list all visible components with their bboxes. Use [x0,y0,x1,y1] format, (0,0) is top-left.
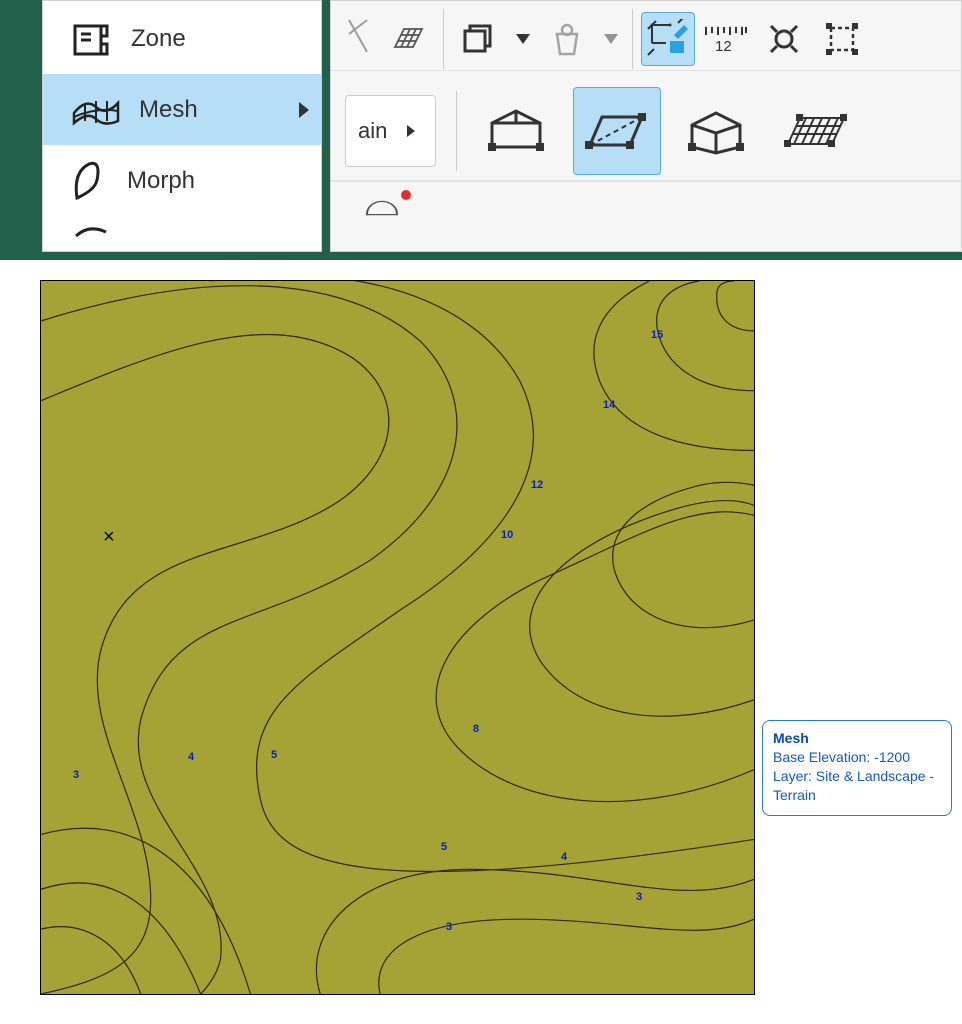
cursor-marker: × [103,526,115,549]
layers-button[interactable] [452,12,506,66]
origin-button[interactable] [757,12,811,66]
separator [456,91,457,171]
ribbon-bottom [331,181,961,231]
ribbon-row-1: 12 [331,1,961,71]
contour-label: 3 [446,921,452,933]
contour-label: 15 [651,329,663,341]
dropdown-caret-icon[interactable] [516,34,530,44]
snap-button[interactable] [641,12,695,66]
info-tooltip: Mesh Base Elevation: -1200 Layer: Site &… [762,720,952,816]
toolbox-panel: Zone Mesh Morph [42,0,322,252]
terrain-chip[interactable]: ain [345,95,436,167]
contour-label: 4 [188,751,194,763]
tooltip-title: Mesh [773,729,941,748]
toolbar-strip: 12 ain [330,0,962,252]
contour-label: 4 [561,851,567,863]
mesh-icon [71,93,121,127]
top-region: Zone Mesh Morph [0,0,962,260]
separator [632,9,633,69]
contour-label: 5 [441,841,447,853]
ruler-button[interactable]: 12 [699,12,753,66]
contour-label: 3 [636,891,642,903]
contour-label: 10 [501,529,513,541]
zone-icon [71,20,113,58]
contour-label: 12 [531,479,543,491]
separator [443,9,444,69]
tool-mesh[interactable]: Mesh [43,74,321,145]
tool-zone-label: Zone [131,25,186,53]
grid-tool-button[interactable] [381,12,435,66]
terrain-chip-label: ain [358,118,387,144]
contour-lines [41,281,754,994]
dropdown-caret-icon[interactable] [604,34,618,44]
contour-label: 3 [73,769,79,781]
geometry-mode-4[interactable] [773,87,861,175]
tool-partial[interactable] [43,216,321,246]
weight-button[interactable] [540,12,594,66]
svg-text:12: 12 [715,38,732,55]
geometry-mode-2[interactable] [573,87,661,175]
tool-zone[interactable]: Zone [43,3,321,74]
ribbon-row-2: ain [331,71,961,181]
contour-label: 8 [473,723,479,735]
geometry-mode-1[interactable] [473,87,561,175]
terrain-canvas[interactable]: × 15 14 12 10 8 5 4 3 3 5 4 3 [40,280,755,995]
contour-label: 14 [603,399,615,411]
partial-icon [71,222,111,240]
clip-cut-icon [345,16,371,61]
contour-label: 5 [271,749,277,761]
geometry-mode-3[interactable] [673,87,761,175]
canvas-area: × 15 14 12 10 8 5 4 3 3 5 4 3 Mesh Base … [0,260,962,995]
tool-morph[interactable]: Morph [43,145,321,216]
morph-icon [71,160,109,202]
tooltip-line: Layer: Site & Landscape - Terrain [773,767,941,805]
tooltip-line: Base Elevation: -1200 [773,748,941,767]
tool-mesh-label: Mesh [139,96,198,124]
tool-morph-label: Morph [127,167,195,195]
group-button[interactable] [815,12,869,66]
record-dot-icon [401,190,411,200]
